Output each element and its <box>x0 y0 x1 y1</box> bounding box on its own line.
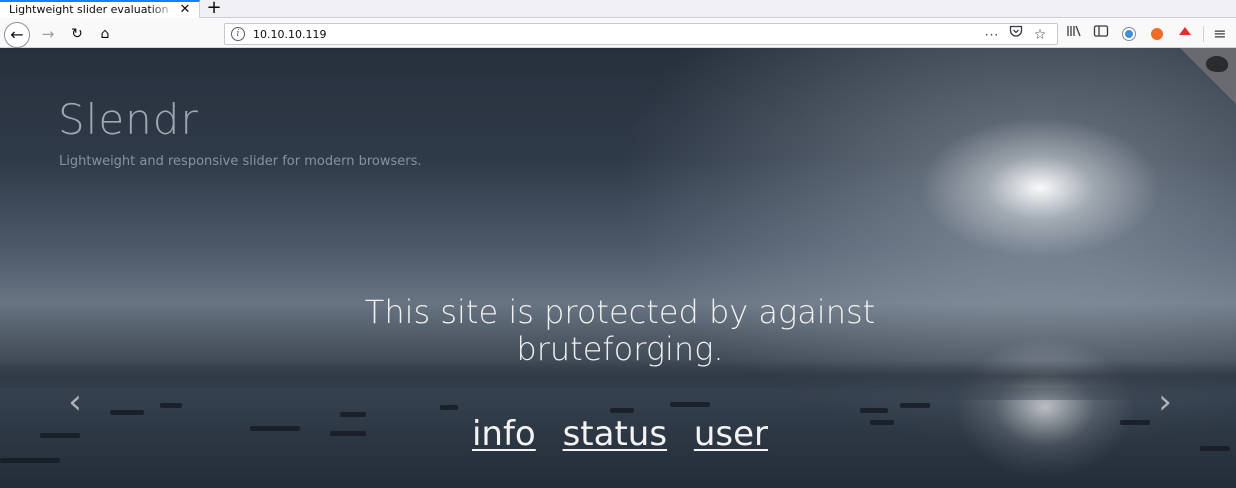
slide-links: info status user <box>300 412 940 456</box>
user-link[interactable]: user <box>694 414 768 454</box>
star-icon[interactable]: ☆ <box>1031 25 1049 45</box>
tab-strip: Lightweight slider evaluation ✕ + <box>0 0 1236 18</box>
extension-icon[interactable] <box>1146 24 1168 44</box>
forward-arrow-icon[interactable]: → <box>37 23 59 45</box>
slide-caption: This site is protected by against brutef… <box>364 293 876 368</box>
home-icon[interactable]: ⌂ <box>94 23 116 45</box>
url-text[interactable]: 10.10.10.119 <box>253 27 326 42</box>
prev-slide-arrow-icon[interactable]: ‹ <box>60 378 90 426</box>
pocket-icon[interactable] <box>1007 25 1025 45</box>
site-subtitle: Lightweight and responsive slider for mo… <box>59 154 422 169</box>
more-icon[interactable]: ··· <box>983 25 1001 45</box>
status-link[interactable]: status <box>563 414 667 454</box>
info-link[interactable]: info <box>472 414 536 454</box>
sidebar-icon[interactable] <box>1090 24 1112 44</box>
site-title: Slendr <box>58 95 199 144</box>
library-icon[interactable] <box>1063 24 1085 44</box>
reload-icon[interactable]: ↻ <box>66 23 88 45</box>
toolbar-divider <box>1203 26 1204 42</box>
info-icon[interactable]: i <box>231 27 245 41</box>
new-tab-button[interactable]: + <box>205 0 223 18</box>
nav-toolbar: ← → ↻ ⌂ i 10.10.10.119 ··· ☆ ≡ <box>0 18 1236 48</box>
back-arrow-icon[interactable]: ← <box>4 22 30 48</box>
browser-tab[interactable]: Lightweight slider evaluation ✕ <box>0 0 200 18</box>
hero-slider: Slendr Lightweight and responsive slider… <box>0 48 1236 488</box>
next-slide-arrow-icon[interactable]: › <box>1150 378 1180 426</box>
hamburger-menu-icon[interactable]: ≡ <box>1209 24 1231 44</box>
url-bar[interactable]: i 10.10.10.119 ··· ☆ <box>224 23 1058 45</box>
extension-icon[interactable] <box>1174 24 1196 44</box>
logo-icon[interactable] <box>1206 56 1228 72</box>
corner-ribbon[interactable] <box>1180 48 1236 104</box>
tab-close-icon[interactable]: ✕ <box>178 2 192 18</box>
extension-icon[interactable] <box>1118 24 1140 44</box>
